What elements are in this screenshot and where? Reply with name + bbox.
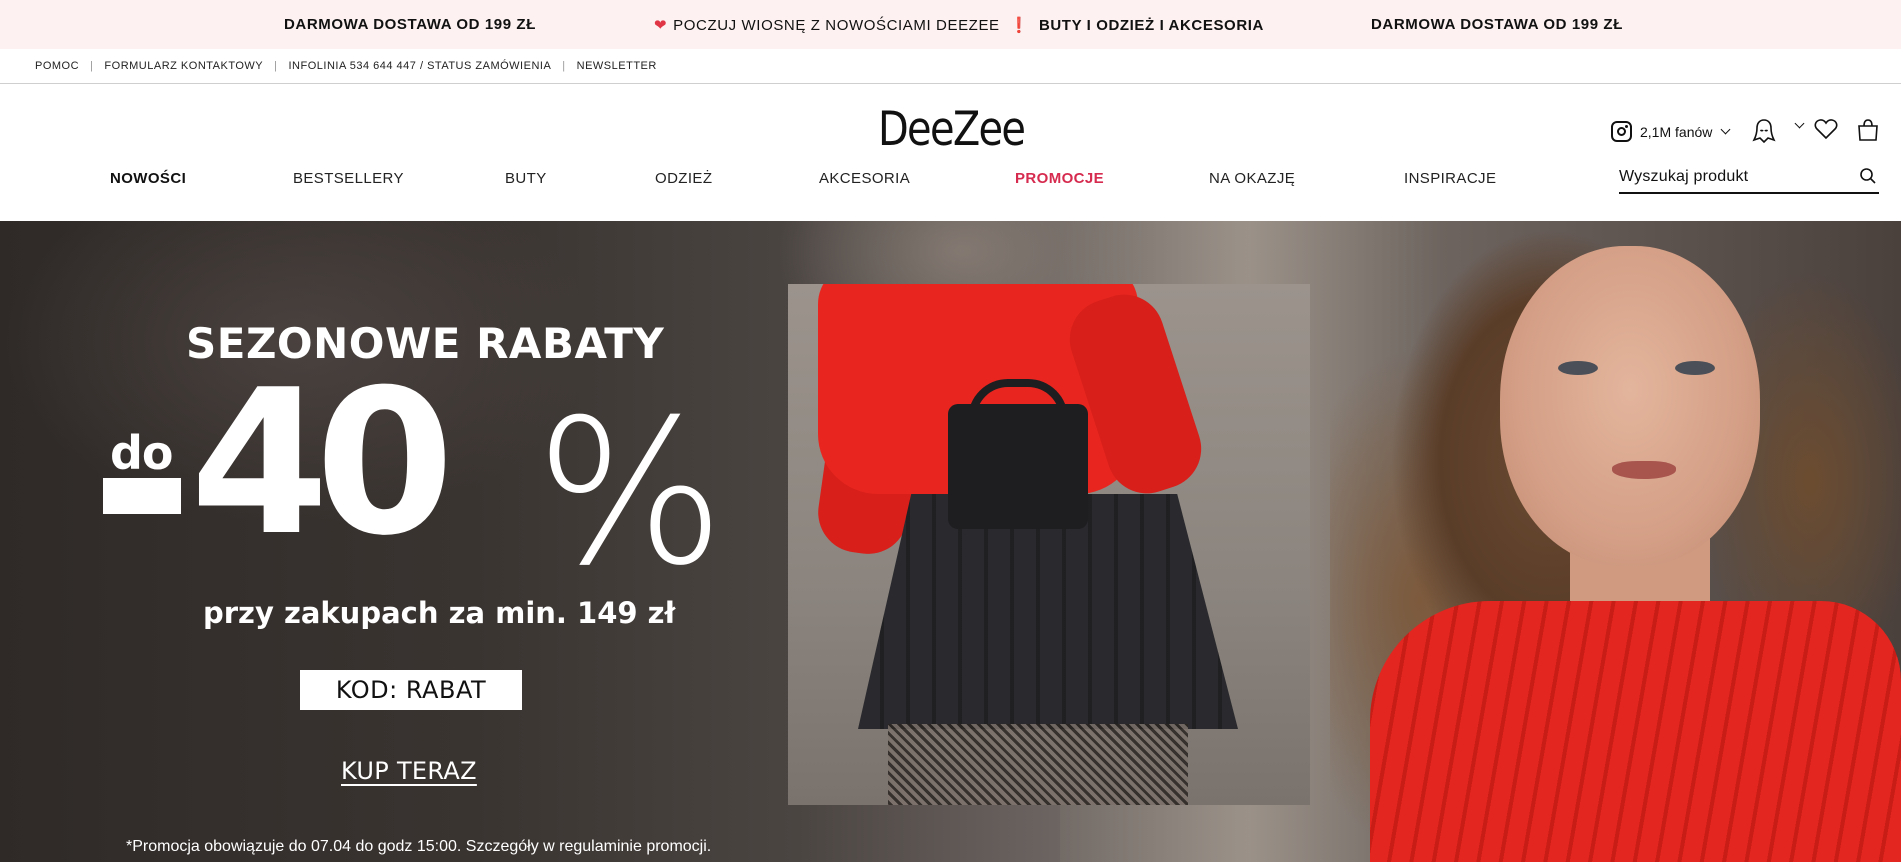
search-input[interactable]: [1619, 164, 1847, 190]
newsletter-link[interactable]: NEWSLETTER: [577, 60, 657, 72]
hero-minus-sign: [103, 478, 181, 514]
hero-discount-value: 40: [190, 347, 454, 580]
chevron-down-icon[interactable]: [1794, 118, 1805, 129]
promo-disclaimer: *Promocja obowiązuje do 07.04 do godz 15…: [126, 838, 712, 855]
site-header: DeeZee 2,1M fanów NOWOŚCI BESTSELLERY BU…: [0, 84, 1901, 221]
free-shipping-banner-right[interactable]: DARMOWA DOSTAWA OD 199 ZŁ: [1371, 16, 1623, 33]
photo-skirt-pleats: [858, 494, 1238, 729]
nav-item-promocje[interactable]: PROMOCJE: [1015, 170, 1104, 187]
shop-now-link[interactable]: KUP TERAZ: [341, 757, 477, 785]
hero-discount-prefix: do: [110, 426, 174, 480]
separator: |: [274, 60, 278, 72]
deezee-logo[interactable]: DeeZee: [878, 102, 1026, 157]
hero-banner[interactable]: SEZONOWE RABATY do 40 % przy zakupach za…: [0, 221, 1901, 862]
hero-percent-sign: %: [535, 377, 726, 610]
photo-fishnet-tights: [888, 724, 1188, 805]
nav-item-akcesoria[interactable]: AKCESORIA: [819, 170, 910, 187]
nav-item-na-okazje[interactable]: NA OKAZJĘ: [1209, 170, 1295, 187]
spring-promo-text: POCZUJ WIOSNĘ Z NOWOŚCIAMI DEEZEE: [673, 17, 1000, 34]
free-shipping-banner-left[interactable]: DARMOWA DOSTAWA OD 199 ZŁ: [284, 16, 536, 33]
hero-model-sweater: [1370, 601, 1901, 862]
help-link[interactable]: POMOC: [35, 60, 79, 72]
promo-code-box: KOD: RABAT: [300, 670, 522, 710]
hero-model-face: [1500, 246, 1760, 566]
search-box: [1619, 164, 1879, 194]
nav-item-odziez[interactable]: ODZIEŻ: [655, 170, 712, 187]
contact-form-link[interactable]: FORMULARZ KONTAKTOWY: [104, 60, 263, 72]
hero-subheadline: przy zakupach za min. 149 zł: [203, 596, 676, 630]
separator: |: [562, 60, 566, 72]
photo-handbag: [948, 404, 1088, 529]
hero-model-lips: [1612, 461, 1676, 479]
spring-promo-banner[interactable]: ❤ POCZUJ WIOSNĘ Z NOWOŚCIAMI DEEZEE ❗ BUTY …: [654, 16, 1264, 34]
separator: |: [90, 60, 94, 72]
hotline-order-status-link[interactable]: INFOLINIA 534 644 447 / STATUS ZAMÓWIENI…: [289, 60, 552, 72]
fans-count: 2,1M fanów: [1640, 123, 1713, 140]
nav-item-nowosci[interactable]: NOWOŚCI: [110, 170, 186, 187]
utility-links: POMOC | FORMULARZ KONTAKTOWY | INFOLINIA…: [35, 60, 657, 72]
hero-product-photo[interactable]: [788, 284, 1310, 805]
heart-icon: ❤: [654, 17, 668, 34]
promo-strip: DARMOWA DOSTAWA OD 199 ZŁ ❤ POCZUJ WIOSNĘ…: [0, 0, 1901, 49]
nav-item-bestsellery[interactable]: BESTSELLERY: [293, 170, 404, 187]
hero-model-eye: [1558, 361, 1598, 375]
instagram-fans-dropdown[interactable]: 2,1M fanów: [1611, 121, 1731, 142]
shopping-bag-icon[interactable]: [1857, 118, 1879, 147]
instagram-icon: [1611, 121, 1632, 142]
account-icon[interactable]: [1752, 118, 1776, 149]
utility-bar: POMOC | FORMULARZ KONTAKTOWY | INFOLINIA…: [0, 49, 1901, 84]
exclamation-icon: ❗: [1009, 17, 1029, 34]
search-icon[interactable]: [1859, 167, 1877, 190]
hero-model-eye: [1675, 361, 1715, 375]
heart-wishlist-icon[interactable]: [1814, 118, 1838, 145]
nav-item-buty[interactable]: BUTY: [505, 170, 547, 187]
main-navigation: NOWOŚCI BESTSELLERY BUTY ODZIEŻ AKCESORI…: [0, 170, 1560, 192]
chevron-down-icon: [1720, 124, 1731, 135]
spring-promo-categories: BUTY I ODZIEŻ I AKCESORIA: [1038, 17, 1264, 34]
nav-item-inspiracje[interactable]: INSPIRACJE: [1404, 170, 1496, 187]
